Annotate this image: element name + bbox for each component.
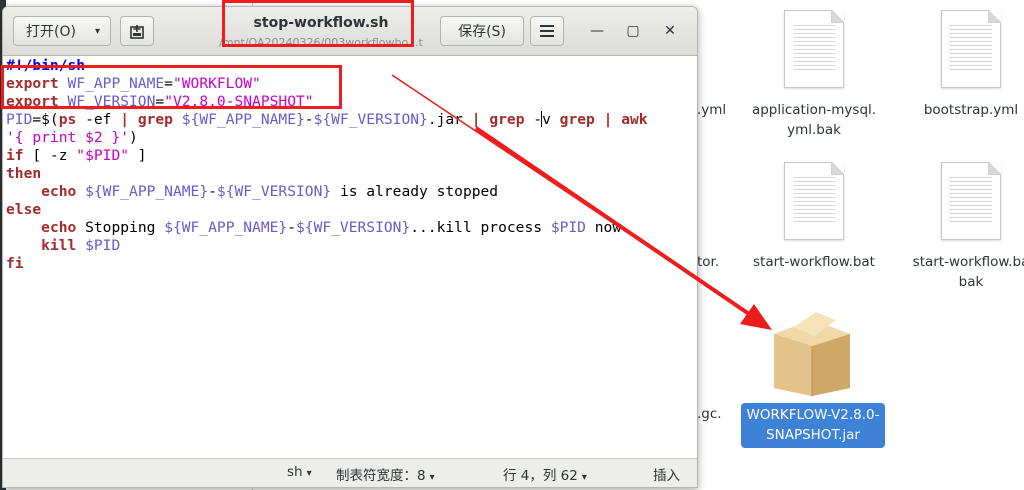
package-box-icon[interactable] [770,306,854,398]
save-button[interactable]: 保存(S) [440,16,524,46]
file-start-workflow-bat-bak[interactable]: start-workflow.ba bak [901,162,1024,292]
document-icon [941,162,1001,240]
file-label: bootstrap.yml [923,102,1019,118]
file-label: start-workflow.bat [753,254,875,270]
file-label-partial-yml: .yml [697,102,727,118]
hamburger-menu-icon [540,25,554,37]
code-line-8: echo ${WF_APP_NAME}-${WF_VERSION} is alr… [41,183,499,200]
file-label-partial-tor: tor. [697,254,720,270]
tab-width-selector[interactable]: 制表符宽度：8 ▾ [336,464,435,484]
insert-mode-indicator: 插入 [653,468,680,484]
chevron-down-icon: ▾ [306,468,312,479]
code-line-11: kill $PID [41,237,121,254]
file-label-partial-gc: .gc. [697,406,722,422]
chevron-down-icon: ▾ [94,26,100,37]
close-icon[interactable]: ✕ [659,20,681,42]
maximize-icon[interactable]: ▢ [622,20,644,42]
language-selector[interactable]: sh ▾ [287,464,312,480]
open-button-label: 打开(O) [26,24,76,40]
document-icon [784,10,844,88]
file-start-workflow-bat[interactable]: start-workflow.bat [744,162,884,272]
status-bar: sh ▾ 制表符宽度：8 ▾ 行 4，列 62 ▾ 插入 [3,458,697,487]
cursor-position-selector[interactable]: 行 4，列 62 ▾ [503,464,587,484]
code-line-4: PID=$(ps -ef | grep ${WF_APP_NAME}-${WF_… [6,111,648,128]
document-icon [941,10,1001,88]
chevron-down-icon: ▾ [429,472,435,483]
file-label: start-workflow.ba bak [912,254,1024,290]
hamburger-menu-button[interactable] [530,16,564,46]
code-line-10: echo Stopping ${WF_APP_NAME}-${WF_VERSIO… [41,219,630,236]
code-line-5: '{ print $2 }') [6,129,138,146]
code-line-6: if [ -z "$PID" ] [6,147,147,164]
file-label-jar-selected[interactable]: WORKFLOW-V2.8.0- SNAPSHOT.jar [741,403,885,448]
code-editor[interactable]: #!/bin/sh export WF_APP_NAME="WORKFLOW" … [3,56,697,458]
title-highlight-box [222,0,414,47]
code-line-7: then [6,165,42,182]
file-application-mysql-yml-bak[interactable]: application-mysql. yml.bak [744,10,884,140]
file-label: application-mysql. yml.bak [751,102,877,138]
document-icon [784,162,844,240]
code-line-12: fi [6,255,24,272]
new-document-icon [130,25,144,39]
new-document-button[interactable] [120,16,154,46]
code-line-9: else [6,201,42,218]
chevron-down-icon: ▾ [581,472,587,483]
minimize-icon[interactable]: — [586,20,608,42]
export-highlight-box [1,65,342,109]
open-button[interactable]: 打开(O) ▾ [13,16,111,46]
file-bootstrap-yml[interactable]: bootstrap.yml [901,10,1024,120]
